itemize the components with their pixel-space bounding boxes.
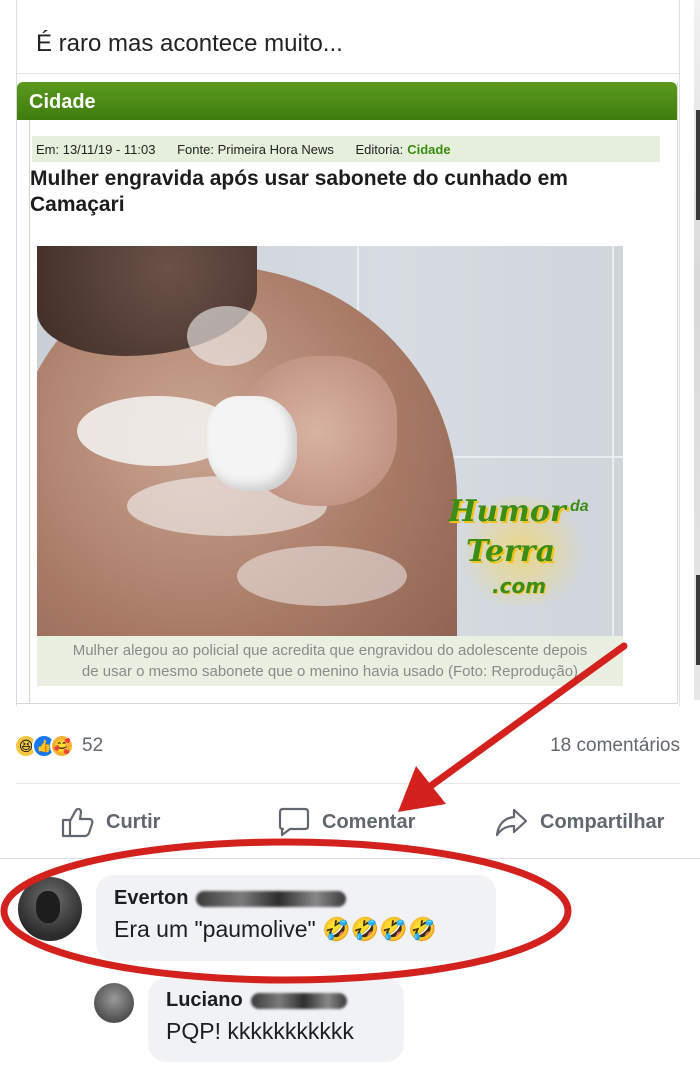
comment-label: Comentar [322,810,416,833]
news-headline[interactable]: Mulher engravida após usar sabonete do c… [30,166,650,218]
humor-da-terra-watermark: Humor da Terra .com [442,486,612,616]
news-source: Fonte: Primeira Hora News [177,142,334,157]
post-text: É raro mas acontece muito... [36,30,343,57]
avatar[interactable] [94,983,134,1023]
watermark-da: da [570,498,589,515]
comment-bubble: Luciano PQP! kkkkkkkkkkk [148,978,404,1062]
thumbs-up-icon [61,807,94,838]
photo-caption: Mulher alegou ao policial que acredita q… [37,636,623,686]
avatar-silhouette [36,891,60,923]
like-button[interactable]: Curtir [60,806,160,838]
news-editoria-label: Editoria: [355,142,404,157]
comment-text: PQP! kkkkkkkkkkk [166,1018,354,1044]
comment-bubble-icon [278,807,310,837]
news-editoria-value: Cidade [407,142,451,157]
comment-author-name: Everton [114,887,189,909]
news-photo[interactable]: Humor da Terra .com [37,246,623,636]
tile-line [612,246,614,636]
divider [0,858,700,859]
side-mark [696,575,700,665]
watermark-dotcom: .com [492,574,547,598]
photo-foam [187,306,267,366]
photo-foam [237,546,407,606]
photo-soap [207,396,297,491]
news-section-header: Cidade [17,82,677,120]
caption-line-2: de usar o mesmo sabonete que o menino ha… [81,663,579,680]
side-mark [696,110,700,220]
share-button[interactable]: Compartilhar [494,806,664,838]
watermark-humor: Humor [448,494,566,529]
comment-author-name: Luciano [166,989,243,1011]
reactions-summary[interactable]: 😆 👍 🥰 52 [14,732,103,760]
care-icon: 🥰 [50,734,74,758]
like-label: Curtir [106,810,161,833]
avatar[interactable] [18,877,82,941]
card-border-right [679,0,680,706]
news-meta-bar: Em: 13/11/19 - 11:03 Fonte: Primeira Hor… [32,136,660,162]
share-arrow-icon [495,808,528,837]
comment-text: Era um "paumolive" 🤣🤣🤣🤣 [114,916,437,942]
comment-author[interactable]: Luciano [166,989,386,1012]
post-text-container: É raro mas acontece muito... [16,0,680,74]
redacted-surname [250,992,347,1009]
share-label: Compartilhar [540,810,665,833]
post-action-bar: Curtir Comentar Compartilhar [0,800,700,844]
news-editoria: Editoria: Cidade [356,142,451,157]
news-date: Em: 13/11/19 - 11:03 [36,142,156,157]
comments-count-link[interactable]: 18 comentários [550,735,680,757]
redacted-surname [196,890,347,907]
watermark-terra: Terra [466,534,556,569]
divider [16,783,680,784]
reaction-count: 52 [82,735,104,756]
comment-author[interactable]: Everton [114,887,478,910]
comment-button[interactable]: Comentar [276,806,415,838]
comment-bubble: Everton Era um "paumolive" 🤣🤣🤣🤣 [96,875,496,961]
caption-line-1: Mulher alegou ao policial que acredita q… [72,642,588,659]
